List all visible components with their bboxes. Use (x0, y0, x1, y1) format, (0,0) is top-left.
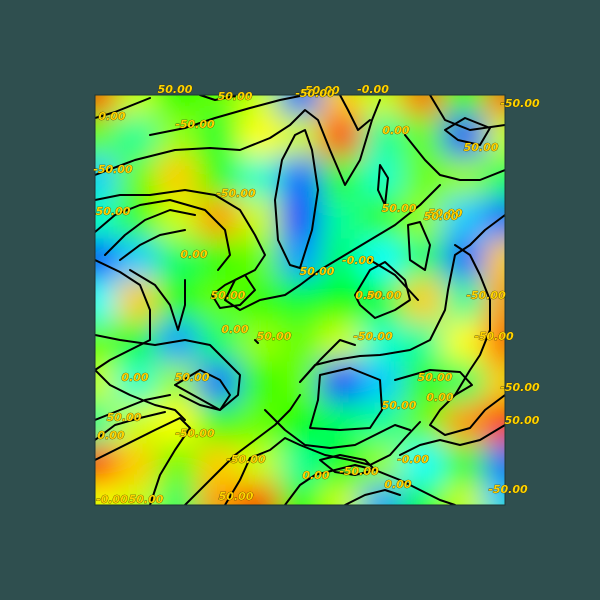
contour-label: 0.00 (384, 478, 411, 491)
contour-label: 0.00 (98, 110, 125, 123)
contour-label: -50.00 (216, 187, 256, 200)
contour-label: 50.00 (218, 90, 253, 103)
heatmap-cell (361, 156, 403, 198)
contour-label: 50.00 (158, 83, 193, 96)
contour-label: 0.00 (302, 469, 329, 482)
contour-label: -50.00 (175, 427, 215, 440)
contour-label: -50.00 (500, 97, 540, 110)
contour-label: -0.00 (357, 83, 389, 96)
heatmap-cell (115, 443, 157, 485)
contour-label: -50.00 (466, 289, 506, 302)
contour-label: 50.00 (175, 371, 210, 384)
contour-label: 0.00 (382, 124, 409, 137)
contour-label: 50.00 (367, 289, 402, 302)
contour-label: 50.00 (211, 289, 246, 302)
heatmap-cell (197, 197, 239, 239)
contour-plot: 50.00 50.00 -50.00 -50.00 -0.00 -50.00 0.00 -50… (93, 83, 540, 507)
contour-label: -50.00 (500, 381, 540, 394)
contour-label: -0.00 (96, 493, 128, 506)
heatmap-cell (443, 402, 485, 444)
contour-label: 50.00 (96, 205, 131, 218)
contour-label: 50.00 (129, 493, 164, 506)
heatmap-cell (320, 197, 362, 239)
contour-label: -50.00 (339, 465, 379, 478)
heatmap-cell (156, 443, 198, 485)
contour-label: 50.00 (300, 265, 335, 278)
heatmap-cell (402, 156, 444, 198)
heatmap-layer (95, 95, 505, 505)
contour-label: -0.00 (397, 453, 429, 466)
contour-label: -50.00 (474, 330, 514, 343)
heatmap-cell (320, 402, 362, 444)
contour-label: -50.00 (226, 453, 266, 466)
contour-label: 50.00 (418, 371, 453, 384)
heatmap-cell (156, 197, 198, 239)
contour-label: 50.00 (107, 411, 142, 424)
heatmap-cell (402, 320, 444, 362)
heatmap-cell (238, 361, 280, 403)
contour-label: -50.00 (295, 87, 335, 100)
heatmap-cell (361, 361, 403, 403)
heatmap-cell (279, 197, 321, 239)
heatmap-cell (320, 115, 362, 157)
contour-label: -50.00 (353, 330, 393, 343)
contour-label: -50.00 (488, 483, 528, 496)
contour-label: 50.00 (382, 399, 417, 412)
contour-label: 0.00 (221, 323, 248, 336)
contour-label: 50.00 (424, 210, 459, 223)
contour-label: 50.00 (219, 490, 254, 503)
contour-label: -50.00 (93, 163, 133, 176)
contour-label: 50.00 (505, 414, 540, 427)
chart-stage: 50.00 50.00 -50.00 -50.00 -0.00 -50.00 0.00 -50… (0, 0, 600, 600)
contour-label: 50.00 (382, 202, 417, 215)
contour-label: 0.00 (97, 429, 124, 442)
contour-label: -0.00 (342, 254, 374, 267)
contour-label: 0.00 (121, 371, 148, 384)
heatmap-cell (443, 443, 485, 485)
contour-label: 50.00 (257, 330, 292, 343)
contour-label: -50.00 (175, 118, 215, 131)
contour-label: 0.00 (426, 391, 453, 404)
contour-label: 0.00 (180, 248, 207, 261)
contour-label: 50.00 (464, 141, 499, 154)
heatmap-cell (156, 279, 198, 321)
heatmap-cell (320, 361, 362, 403)
